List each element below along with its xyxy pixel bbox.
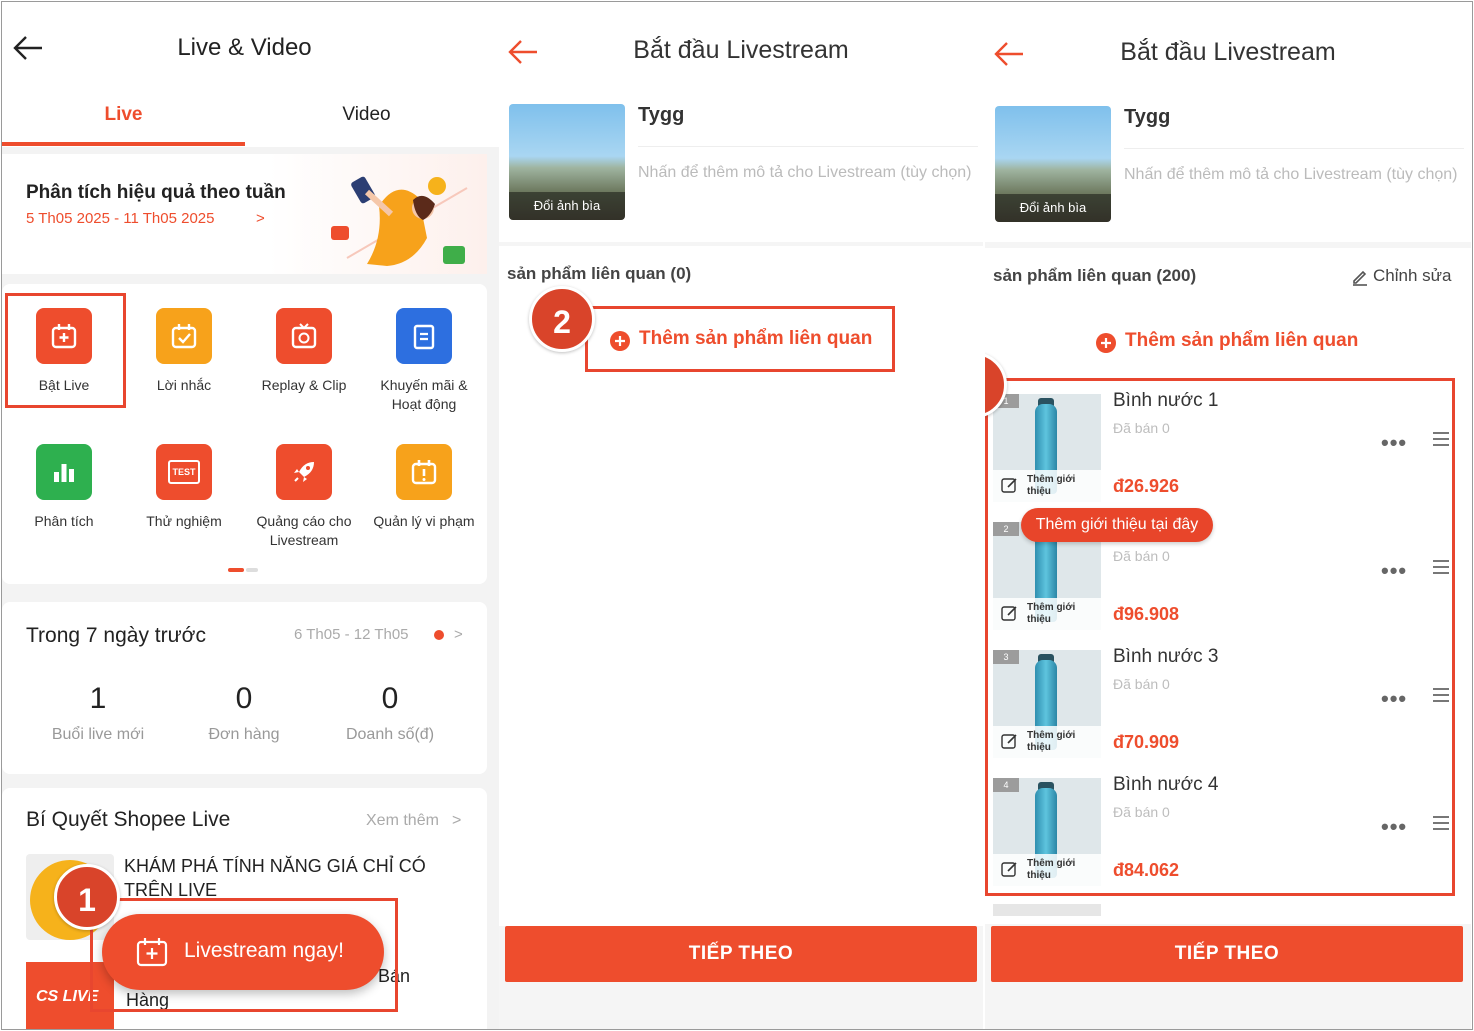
see-more-chevron-icon[interactable]: >: [452, 812, 461, 830]
add-related-products-button[interactable]: Thêm sản phẩm liên quan: [1095, 328, 1425, 358]
tile-label: Quản lý vi phạm: [373, 513, 475, 529]
tile-label: Quảng cáo cho Livestream: [256, 513, 352, 548]
reminder-calendar-icon: [156, 308, 212, 364]
description-input[interactable]: Nhấn để thêm mô tả cho Livestream (tùy c…: [1124, 164, 1464, 186]
stat-value: 0: [235, 682, 253, 715]
weekly-analysis-card[interactable]: Phân tích hiệu quả theo tuần 5 Th05 2025…: [2, 154, 487, 274]
highlight-box-fab: [90, 898, 398, 1012]
stat-label: Buổi live mới: [51, 726, 145, 743]
stats-chevron-icon[interactable]: >: [454, 626, 463, 643]
tile-label: Replay & Clip: [261, 377, 347, 393]
stream-title[interactable]: Tygg: [1124, 106, 1170, 129]
start-livestream-screen-empty: Bắt đầu Livestream Đổi ảnh bìa Tygg Nhấn…: [499, 2, 983, 1029]
tab-live[interactable]: Live: [2, 104, 245, 126]
stat-value: 1: [89, 682, 107, 715]
highlight-box-2: [585, 306, 895, 372]
next-button[interactable]: TIẾP THEO: [991, 926, 1463, 982]
notification-dot: [434, 630, 444, 640]
step-badge-2: 2: [529, 286, 595, 352]
tab-video[interactable]: Video: [245, 104, 488, 126]
tile-label: Khuyến mãi & Hoạt động: [380, 377, 468, 412]
highlight-box-1: [5, 293, 126, 408]
highlight-box-3: [985, 378, 1455, 896]
start-livestream-screen-products: Bắt đầu Livestream Đổi ảnh bìa Tygg Nhấn…: [985, 2, 1471, 1029]
description-input[interactable]: Nhấn để thêm mô tả cho Livestream (tùy c…: [638, 162, 978, 184]
bar-chart-icon: [36, 444, 92, 500]
stream-title[interactable]: Tygg: [638, 104, 684, 127]
stats-title: Trong 7 ngày trước: [26, 624, 206, 647]
warning-calendar-icon: [396, 444, 452, 500]
tile-thu-nghiem[interactable]: TEST Thử nghiệm: [124, 444, 244, 531]
plus-circle-icon: [1096, 333, 1116, 353]
tile-label: Phân tích: [34, 513, 94, 529]
page-title: Bắt đầu Livestream: [633, 36, 849, 64]
page-title: Bắt đầu Livestream: [1120, 38, 1336, 66]
weekly-title: Phân tích hiệu quả theo tuần: [26, 182, 286, 203]
replay-tv-icon: [276, 308, 332, 364]
cover-image[interactable]: Đổi ảnh bìa: [995, 106, 1111, 222]
illustration-woman-selfie-icon: [331, 176, 468, 266]
edit-pencil-icon[interactable]: [1351, 268, 1369, 286]
related-products-count: sản phẩm liên quan (200): [993, 266, 1197, 285]
tile-quang-cao[interactable]: Quảng cáo cho Livestream: [244, 444, 364, 550]
divider: [1124, 148, 1464, 149]
stat-label: Đơn hàng: [208, 726, 280, 743]
tile-phan-tich[interactable]: Phân tích: [4, 444, 124, 531]
next-button[interactable]: TIẾP THEO: [505, 926, 977, 982]
tip-title-1[interactable]: KHÁM PHÁ TÍNH NĂNG GIÁ CHỈ CÓ TRÊN LIVE: [124, 854, 474, 902]
tips-title: Bí Quyết Shopee Live: [26, 808, 231, 831]
change-cover-label: Đổi ảnh bìa: [995, 194, 1111, 222]
rocket-icon: [276, 444, 332, 500]
pager-dot: [246, 568, 258, 572]
see-more-link[interactable]: Xem thêm: [366, 812, 439, 830]
weekly-chevron-icon: >: [256, 210, 265, 227]
cover-image[interactable]: Đổi ảnh bìa: [509, 104, 625, 220]
pager-dot-active: [228, 568, 244, 572]
tile-khuyen-mai[interactable]: Khuyến mãi & Hoạt động: [364, 308, 484, 414]
product-row-partial: [993, 904, 1101, 916]
tile-quan-ly-vi-pham[interactable]: Quản lý vi phạm: [364, 444, 484, 531]
cs-live-logo: CS LIVE: [36, 988, 99, 1005]
stat-label: Doanh số(đ): [345, 726, 435, 743]
page-title: Live & Video: [177, 34, 312, 61]
add-related-products-label: Thêm sản phẩm liên quan: [1125, 330, 1359, 351]
change-cover-label: Đổi ảnh bìa: [509, 192, 625, 220]
step-badge-1: 1: [54, 864, 120, 930]
tile-label: Thử nghiệm: [146, 513, 222, 529]
tile-label: Lời nhắc: [156, 377, 212, 393]
live-video-screen: Live & Video Live Video Phân tích hiệu q…: [2, 2, 499, 1029]
tile-loi-nhac[interactable]: Lời nhắc: [124, 308, 244, 395]
clipboard-icon: [396, 308, 452, 364]
divider: [638, 146, 978, 147]
stat-value: 0: [381, 682, 399, 715]
test-tv-icon: TEST: [156, 444, 212, 500]
tile-replay-clip[interactable]: Replay & Clip: [244, 308, 364, 395]
stats-range[interactable]: 6 Th05 - 12 Th05: [294, 626, 409, 643]
weekly-range: 5 Th05 2025 - 11 Th05 2025: [26, 210, 215, 227]
stats-card: Trong 7 ngày trước 6 Th05 - 12 Th05 > 1 …: [2, 602, 487, 774]
tab-underline: [2, 142, 245, 146]
related-products-count: sản phẩm liên quan (0): [507, 264, 692, 283]
edit-link[interactable]: Chỉnh sửa: [1373, 266, 1451, 286]
